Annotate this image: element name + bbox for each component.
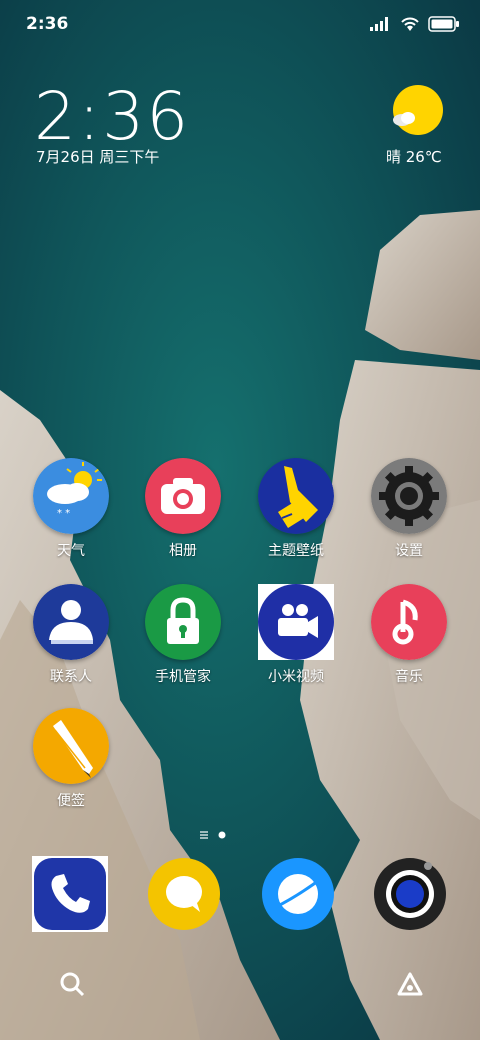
app-label: 手机管家: [155, 669, 211, 685]
app-label: 设置: [395, 543, 423, 559]
sunny-icon[interactable]: [390, 84, 444, 138]
app-notes[interactable]: 便签: [16, 708, 126, 810]
search-icon[interactable]: [58, 970, 86, 998]
app-label: 天气: [57, 543, 85, 559]
app-label: 相册: [169, 543, 197, 559]
phone-icon[interactable]: [32, 856, 108, 932]
contacts-icon: [33, 584, 109, 660]
camera-icon: [145, 458, 221, 534]
camera-lens-icon[interactable]: [372, 856, 448, 932]
app-label: 主题壁纸: [268, 543, 324, 559]
chat-bubble-icon[interactable]: [146, 856, 222, 932]
app-gallery[interactable]: 相册: [128, 458, 238, 560]
app-label: 小米视频: [268, 669, 324, 685]
app-weather[interactable]: * * 天气: [16, 458, 126, 560]
app-settings[interactable]: 设置: [354, 458, 464, 560]
browser-icon[interactable]: [260, 856, 336, 932]
gear-icon: [371, 458, 447, 534]
app-music[interactable]: 音乐: [354, 584, 464, 686]
battery-icon: [428, 16, 459, 32]
wifi-icon: [401, 17, 419, 31]
app-label: 联系人: [50, 669, 92, 685]
signal-icon: [370, 17, 388, 31]
status-time: 2:36: [26, 14, 69, 34]
video-camera-icon: [258, 584, 334, 660]
music-note-icon: [371, 584, 447, 660]
weather-icon: * *: [33, 458, 109, 534]
app-security[interactable]: 手机管家: [128, 584, 238, 686]
status-icons: [370, 15, 460, 33]
app-themes[interactable]: 主题壁纸: [241, 458, 351, 560]
app-vault-icon[interactable]: [396, 970, 424, 998]
page-indicator[interactable]: [200, 830, 240, 840]
svg-text:* *: * *: [57, 508, 70, 519]
paintbrush-icon: [258, 458, 334, 534]
app-label: 便签: [57, 793, 85, 809]
app-contacts[interactable]: 联系人: [16, 584, 126, 686]
app-label: 音乐: [395, 669, 423, 685]
clock-widget[interactable]: 2:36: [34, 78, 190, 155]
app-video[interactable]: 小米视频: [241, 584, 351, 686]
pencil-icon: [33, 708, 109, 784]
weather-text: 晴 26℃: [386, 148, 442, 166]
date-text: 7月26日 周三下午: [36, 148, 160, 166]
lock-icon: [145, 584, 221, 660]
status-bar: 2:36: [0, 0, 480, 48]
